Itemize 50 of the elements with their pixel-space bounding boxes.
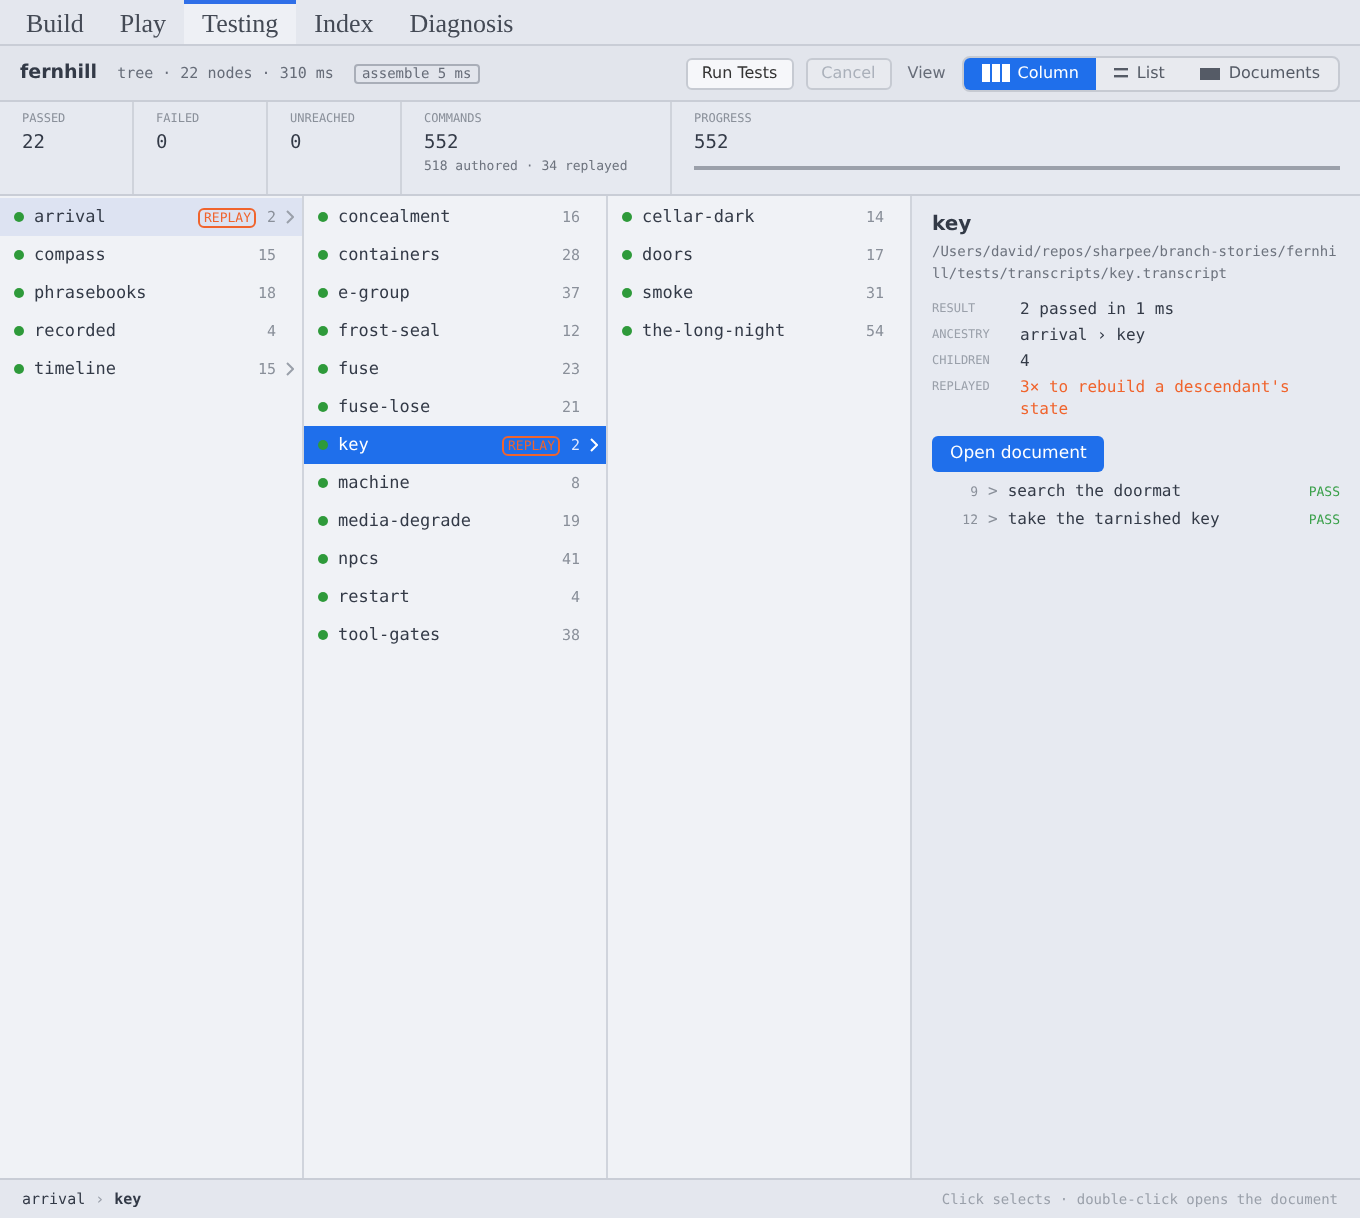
stat-value: 0 <box>290 132 304 154</box>
project-name: fernhill <box>20 62 98 84</box>
status-dot-icon <box>318 630 328 640</box>
tab[interactable]: Index <box>296 0 392 44</box>
run-tests-button[interactable]: Run Tests <box>685 57 794 89</box>
view-option[interactable]: List <box>1096 57 1183 89</box>
view-option[interactable]: Documents <box>1182 57 1338 89</box>
status-dot-icon <box>318 288 328 298</box>
status-dot-icon <box>318 250 328 260</box>
status-dot-icon <box>318 516 328 526</box>
command-text: take the tarnished key <box>1007 510 1222 528</box>
tab[interactable]: Diagnosis <box>391 0 532 44</box>
stat-value: 22 <box>22 132 47 154</box>
field-value: 3× to rebuild a descendant's state <box>1020 376 1292 420</box>
status-dot-icon <box>318 212 328 222</box>
field-value: 4 <box>1020 350 1032 372</box>
status-dot-icon <box>14 212 24 222</box>
status-dot-icon <box>318 440 328 450</box>
command-text: search the doormat <box>1007 482 1184 500</box>
stat-value: 552 <box>694 132 731 154</box>
tab[interactable]: Build <box>8 0 102 44</box>
prompt-marker: > <box>988 482 998 500</box>
status-dot-icon <box>14 250 24 260</box>
status-dot-icon <box>14 364 24 374</box>
status-dot-icon <box>622 212 632 222</box>
prompt-marker: > <box>988 510 998 528</box>
stat-value: 0 <box>156 132 170 154</box>
columns-icon <box>981 64 1010 82</box>
status-dot-icon <box>14 288 24 298</box>
status-dot-icon <box>318 326 328 336</box>
tab[interactable]: Play <box>101 0 185 44</box>
status-dot-icon <box>318 402 328 412</box>
detail-title: key <box>932 214 974 236</box>
open-document-button[interactable]: Open document <box>932 436 1105 472</box>
status-dot-icon <box>318 478 328 488</box>
list-icon <box>1114 68 1129 78</box>
status-dot-icon <box>318 554 328 564</box>
status-dot-icon <box>622 326 632 336</box>
documents-icon <box>1200 67 1221 79</box>
status-dot-icon <box>622 250 632 260</box>
status-dot-icon <box>622 288 632 298</box>
view-option[interactable]: Column <box>963 57 1097 89</box>
tab[interactable]: Testing <box>184 0 297 44</box>
status-dot-icon <box>318 592 328 602</box>
view-label: View <box>907 64 946 82</box>
stat-value: 552 <box>424 132 461 154</box>
field-value: 2 passed in 1 ms <box>1020 298 1177 320</box>
field-value: arrival › key <box>1020 324 1148 346</box>
status-dot-icon <box>318 364 328 374</box>
status-dot-icon <box>14 326 24 336</box>
